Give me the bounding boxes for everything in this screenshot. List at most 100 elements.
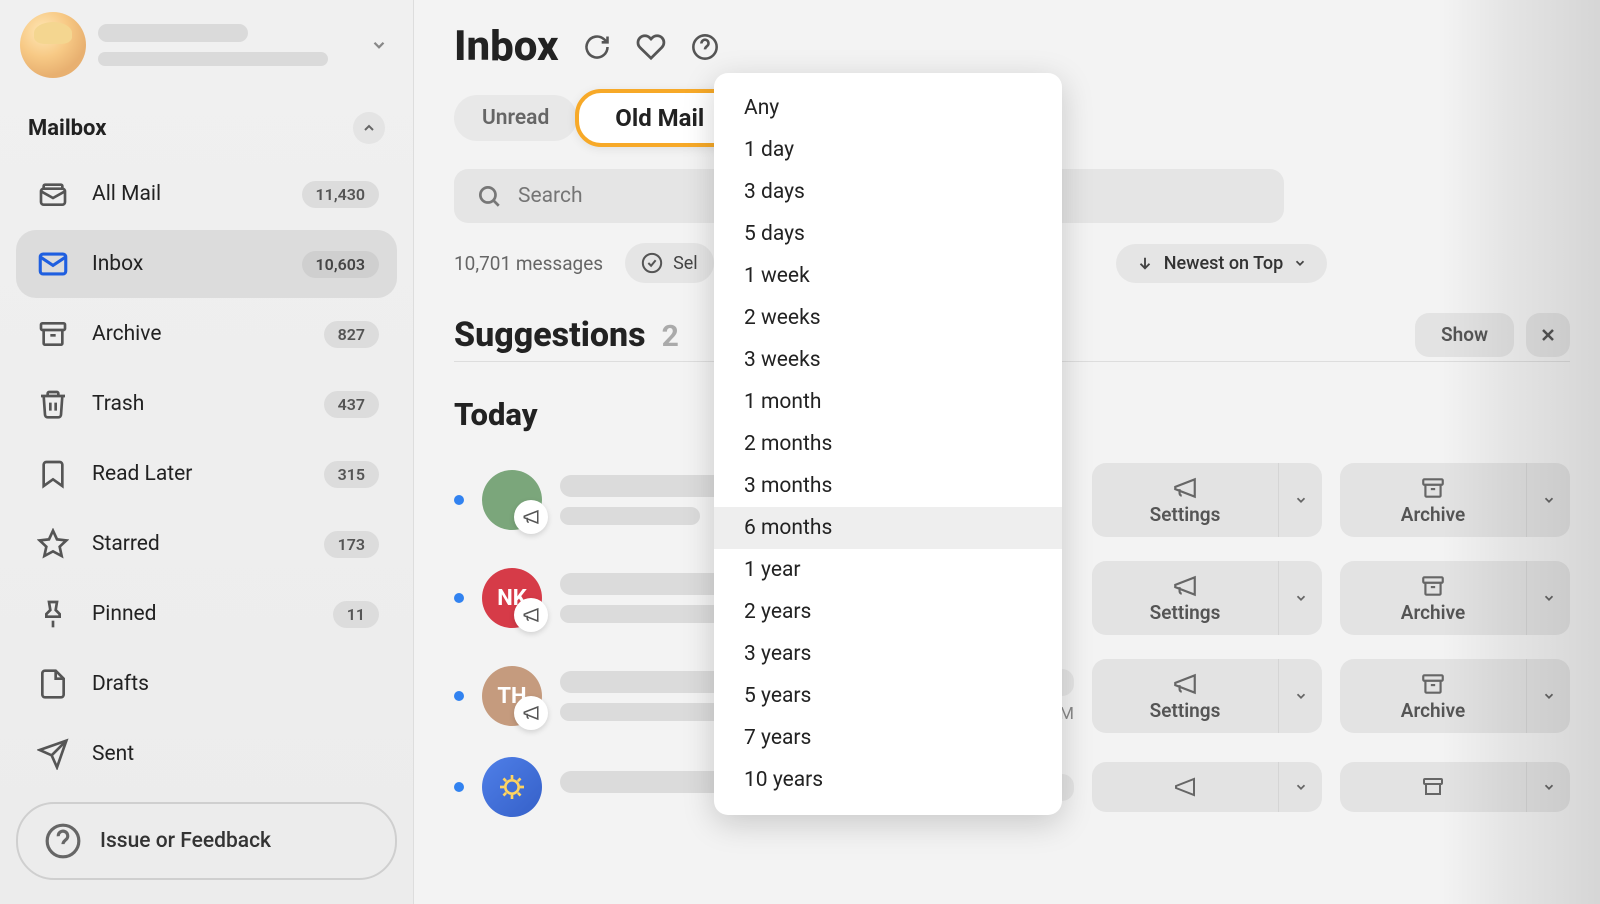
feedback-label: Issue or Feedback [100, 829, 271, 853]
settings-caret[interactable] [1278, 463, 1322, 537]
dropdown-item[interactable]: 1 week [714, 255, 1062, 297]
dropdown-item[interactable]: 3 years [714, 633, 1062, 675]
unread-dot [454, 691, 464, 701]
sidebar-item-starred[interactable]: Starred 173 [16, 510, 397, 578]
archive-button[interactable] [1340, 762, 1526, 812]
check-circle-icon [641, 252, 663, 274]
sidebar-item-archive[interactable]: Archive 827 [16, 300, 397, 368]
sort-button[interactable]: Newest on Top [1116, 244, 1328, 283]
star-icon [34, 525, 72, 563]
archive-action: Archive [1340, 463, 1570, 537]
chevron-down-icon [1294, 689, 1308, 703]
dropdown-item[interactable]: 1 day [714, 129, 1062, 171]
sidebar-item-badge: 11 [333, 601, 379, 628]
profile-row [16, 12, 397, 78]
settings-action: Settings [1092, 659, 1322, 733]
settings-button[interactable]: Settings [1092, 561, 1278, 635]
archive-button[interactable]: Archive [1340, 659, 1526, 733]
settings-caret[interactable] [1278, 659, 1322, 733]
archive-button[interactable]: Archive [1340, 463, 1526, 537]
megaphone-badge-icon [514, 696, 548, 730]
settings-caret[interactable] [1278, 561, 1322, 635]
close-icon [1538, 325, 1558, 345]
sidebar-item-label: Archive [92, 322, 304, 346]
time-range-dropdown[interactable]: Any1 day3 days5 days1 week2 weeks3 weeks… [714, 73, 1062, 815]
settings-button[interactable]: Settings [1092, 659, 1278, 733]
archive-caret[interactable] [1526, 463, 1570, 537]
filter-unread[interactable]: Unread [454, 95, 577, 141]
archive-icon [1420, 573, 1446, 599]
archive-icon [34, 315, 72, 353]
help-button[interactable] [689, 31, 721, 63]
settings-caret[interactable] [1278, 762, 1322, 812]
dropdown-item[interactable]: 7 years [714, 717, 1062, 759]
mailbox-collapse-icon[interactable] [353, 112, 385, 144]
refresh-button[interactable] [581, 31, 613, 63]
dropdown-item[interactable]: 6 months [714, 507, 1062, 549]
dropdown-item[interactable]: Any [714, 87, 1062, 129]
close-suggestions-button[interactable] [1526, 313, 1570, 357]
search-icon [476, 183, 502, 209]
megaphone-badge-icon [514, 598, 548, 632]
settings-button[interactable] [1092, 762, 1278, 812]
feedback-button[interactable]: Issue or Feedback [16, 802, 397, 880]
sidebar-item-label: All Mail [92, 182, 282, 206]
settings-button[interactable]: Settings [1092, 463, 1278, 537]
dropdown-item[interactable]: 10 years [714, 759, 1062, 801]
chevron-down-icon [1542, 689, 1556, 703]
megaphone-icon [1172, 475, 1198, 501]
sparkle-icon [496, 771, 528, 803]
archive-icon [1421, 775, 1445, 799]
dropdown-item[interactable]: 1 month [714, 381, 1062, 423]
sender-avatar: NK [482, 568, 542, 628]
favorite-button[interactable] [635, 31, 667, 63]
archive-button[interactable]: Archive [1340, 561, 1526, 635]
archive-action: Archive [1340, 561, 1570, 635]
dropdown-item[interactable]: 3 months [714, 465, 1062, 507]
archive-caret[interactable] [1526, 659, 1570, 733]
document-icon [34, 665, 72, 703]
dropdown-item[interactable]: 1 year [714, 549, 1062, 591]
dropdown-item[interactable]: 5 years [714, 675, 1062, 717]
sender-avatar [482, 470, 542, 530]
dropdown-item[interactable]: 5 days [714, 213, 1062, 255]
select-button[interactable]: Sel [625, 243, 714, 283]
sidebar-item-read-later[interactable]: Read Later 315 [16, 440, 397, 508]
chevron-down-icon [1542, 780, 1556, 794]
sidebar-item-pinned[interactable]: Pinned 11 [16, 580, 397, 648]
sidebar-item-label: Read Later [92, 462, 304, 486]
show-suggestions-button[interactable]: Show [1415, 313, 1514, 357]
profile-menu-caret[interactable] [365, 31, 393, 59]
sidebar-item-badge: 315 [324, 461, 379, 488]
dropdown-item[interactable]: 2 weeks [714, 297, 1062, 339]
megaphone-icon [1172, 671, 1198, 697]
sidebar-item-badge: 173 [324, 531, 379, 558]
dropdown-item[interactable]: 3 days [714, 171, 1062, 213]
dropdown-item[interactable]: 3 weeks [714, 339, 1062, 381]
sidebar-item-trash[interactable]: Trash 437 [16, 370, 397, 438]
sidebar-item-label: Starred [92, 532, 304, 556]
sidebar-item-label: Sent [92, 742, 379, 766]
sidebar: Mailbox All Mail 11,430 Inbox 10,603 Arc… [0, 0, 413, 904]
megaphone-icon [1172, 573, 1198, 599]
sidebar-item-label: Drafts [92, 672, 379, 696]
unread-dot [454, 593, 464, 603]
mailbox-section-header[interactable]: Mailbox [16, 102, 397, 154]
megaphone-icon [1173, 775, 1197, 799]
sidebar-item-sent[interactable]: Sent [16, 720, 397, 788]
sort-arrow-icon [1136, 254, 1154, 272]
sidebar-item-all-mail[interactable]: All Mail 11,430 [16, 160, 397, 228]
header-row: Inbox [454, 22, 1570, 71]
sidebar-item-inbox[interactable]: Inbox 10,603 [16, 230, 397, 298]
page-title: Inbox [454, 22, 559, 71]
sidebar-item-badge: 11,430 [302, 181, 379, 208]
dropdown-item[interactable]: 2 years [714, 591, 1062, 633]
bookmark-icon [34, 455, 72, 493]
dropdown-item[interactable]: 2 months [714, 423, 1062, 465]
archive-caret[interactable] [1526, 762, 1570, 812]
archive-caret[interactable] [1526, 561, 1570, 635]
sidebar-item-drafts[interactable]: Drafts [16, 650, 397, 718]
message-count: 10,701 messages [454, 252, 603, 275]
user-avatar[interactable] [20, 12, 86, 78]
sidebar-item-label: Trash [92, 392, 304, 416]
